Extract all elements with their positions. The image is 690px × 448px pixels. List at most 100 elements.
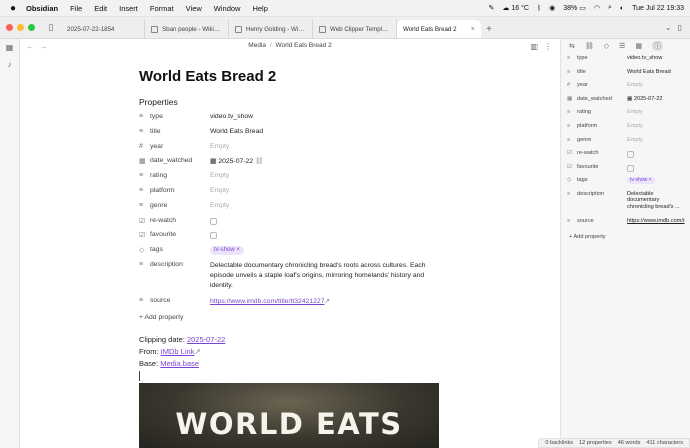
property-key[interactable]: genre [150, 202, 210, 209]
note-title[interactable]: World Eats Bread 2 [139, 68, 439, 85]
property-value[interactable]: Empty [210, 202, 439, 209]
microphone-icon[interactable]: ♪ [8, 60, 12, 69]
remove-tag-icon[interactable]: × [649, 177, 652, 183]
property-value[interactable]: Empty [627, 82, 690, 88]
search-icon[interactable]: ⌕ [608, 4, 612, 12]
property-value[interactable]: Delectable documentary chronicling bread… [210, 261, 439, 291]
property-value[interactable]: Empty [627, 109, 690, 115]
close-tab-icon[interactable]: × [471, 26, 475, 33]
property-key[interactable]: tags [577, 177, 627, 183]
favourite-checkbox[interactable] [210, 232, 217, 240]
tab-web-clipper-templates[interactable]: Web Clipper Templates [313, 20, 397, 38]
base-link[interactable]: Media.base [160, 359, 199, 368]
menu-edit[interactable]: Edit [88, 4, 113, 13]
info-icon[interactable]: ⓘ [652, 41, 664, 51]
breadcrumb-folder[interactable]: Media [248, 42, 266, 49]
property-key[interactable]: type [150, 113, 210, 120]
property-key[interactable]: platform [150, 187, 210, 194]
property-value[interactable]: Empty [210, 143, 439, 150]
more-options-icon[interactable]: ⋮ [544, 42, 552, 51]
property-key[interactable]: source [150, 297, 210, 304]
calendar-icon[interactable]: ▦ [6, 43, 14, 52]
property-value[interactable]: Empty [627, 123, 690, 129]
minimize-window-button[interactable] [17, 23, 24, 31]
menu-view[interactable]: View [180, 4, 208, 13]
property-value[interactable]: video.tv_show [210, 113, 439, 120]
backlinks-count[interactable]: 0 backlinks [545, 440, 573, 446]
property-key[interactable]: year [150, 143, 210, 150]
weather-status[interactable]: ☁ 16 °C [502, 4, 529, 13]
pen-icon[interactable]: ✎ [489, 4, 495, 12]
bluetooth-icon[interactable]: ᛒ [537, 5, 541, 12]
breadcrumb-note[interactable]: World Eats Bread 2 [275, 42, 331, 49]
menu-help[interactable]: Help [246, 4, 273, 13]
calendar-icon[interactable]: ▦ [635, 42, 642, 50]
link-icon[interactable]: ⛓ [255, 158, 264, 165]
tag-icon[interactable]: ◇ [604, 42, 609, 50]
re-watch-checkbox[interactable] [210, 217, 217, 225]
menu-app-name[interactable]: Obsidian [20, 4, 64, 13]
tab-sban-people[interactable]: Sban people - Wikipedia [145, 20, 229, 38]
property-value[interactable]: video.tv_show [627, 55, 690, 61]
wifi-icon[interactable]: ◠ [594, 4, 600, 12]
property-key[interactable]: title [577, 69, 627, 75]
clipping-date-link[interactable]: 2025-07-22 [187, 335, 225, 344]
property-value[interactable]: ▦ 2025-07-22 [627, 96, 690, 102]
property-key[interactable]: platform [577, 123, 627, 129]
property-value[interactable]: Empty [210, 187, 439, 194]
outgoing-links-icon[interactable]: ⛓ [585, 42, 594, 50]
property-value[interactable]: World Eats Bread [210, 128, 439, 135]
property-key[interactable]: year [577, 82, 627, 88]
property-key[interactable]: title [150, 128, 210, 135]
favourite-checkbox[interactable] [627, 164, 634, 172]
book-icon[interactable]: ▥ [530, 42, 538, 51]
property-key[interactable]: date_watched [577, 96, 627, 102]
property-key[interactable]: description [577, 191, 627, 197]
outline-icon[interactable]: ☰ [619, 42, 625, 50]
battery-status[interactable]: 38% ▭ [563, 4, 586, 13]
property-key[interactable]: description [150, 261, 210, 268]
source-link[interactable]: https://www.imdb.com/t [627, 218, 690, 224]
new-tab-button[interactable]: + [481, 20, 497, 38]
control-center-icon[interactable]: ◐ [620, 5, 624, 12]
property-value[interactable]: Empty [210, 172, 439, 179]
property-key[interactable]: genre [577, 137, 627, 143]
property-key[interactable]: rating [577, 109, 627, 115]
property-key[interactable]: re-watch [577, 150, 627, 156]
menu-insert[interactable]: Insert [113, 4, 144, 13]
property-key[interactable]: re-watch [150, 217, 210, 224]
re-watch-checkbox[interactable] [627, 151, 634, 159]
backlinks-icon[interactable]: ⇆ [569, 42, 575, 50]
chevron-down-icon[interactable]: ⌄ [665, 23, 672, 32]
menu-file[interactable]: File [64, 4, 88, 13]
add-property-button[interactable]: + Add property [139, 314, 439, 321]
property-key[interactable]: date_watched [150, 157, 210, 164]
property-value[interactable]: World Eats Bread [627, 69, 690, 75]
tab-world-eats-bread-2[interactable]: World Eats Bread 2 × [397, 20, 481, 38]
property-key[interactable]: type [577, 55, 627, 61]
property-value[interactable]: ▦ 2025-07-22 ⛓ [210, 157, 439, 165]
property-key[interactable]: favourite [577, 164, 627, 170]
remove-tag-icon[interactable]: × [236, 247, 240, 253]
property-key[interactable]: rating [150, 172, 210, 179]
tab-2025-07-22-1854[interactable]: 2025-07-22-1854 [61, 20, 145, 38]
toggle-right-sidebar-icon[interactable]: ▯ [678, 23, 682, 32]
zoom-window-button[interactable] [28, 23, 35, 31]
menubar-clock[interactable]: Tue Jul 22 19:33 [632, 5, 684, 12]
tag-pill[interactable]: tv-show × [627, 177, 655, 185]
close-window-button[interactable] [6, 23, 13, 31]
apple-menu-icon[interactable]: ● [6, 3, 20, 14]
property-key[interactable]: tags [150, 246, 210, 253]
toggle-sidebar-icon[interactable]: ▯ [41, 16, 61, 38]
property-value[interactable]: Delectable documentary chronicling bread… [627, 191, 690, 210]
properties-heading[interactable]: Properties [139, 97, 439, 107]
sidebar-add-property-button[interactable]: + Add property [561, 234, 690, 240]
tab-henry-golding[interactable]: Henry Golding - Wikipedia [229, 20, 313, 38]
menu-window[interactable]: Window [208, 4, 247, 13]
record-icon[interactable]: ◉ [549, 4, 555, 12]
menu-format[interactable]: Format [144, 4, 180, 13]
tag-pill[interactable]: tv-show × [210, 246, 244, 256]
property-key[interactable]: favourite [150, 231, 210, 238]
property-key[interactable]: source [577, 218, 627, 224]
imdb-link[interactable]: IMDb Link [161, 347, 195, 356]
